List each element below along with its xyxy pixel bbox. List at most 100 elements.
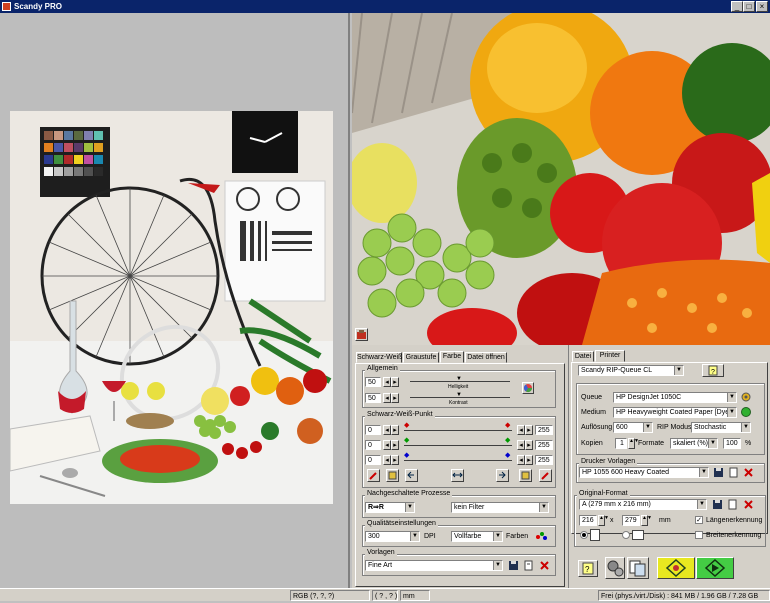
resolution-select[interactable]: 600 ▼ [613, 422, 653, 433]
tab-farbe[interactable]: Farbe [440, 351, 464, 363]
help-action-button[interactable]: ? [578, 560, 598, 577]
scale-mode-select[interactable]: skaliert (%) ▼ [670, 438, 718, 449]
width-stepper[interactable]: ▲▼ [598, 515, 609, 526]
settings-gears-icon[interactable] [605, 557, 625, 579]
red-white-increase[interactable]: ▸ [525, 425, 533, 435]
copies-input[interactable]: 1 [615, 438, 627, 449]
medium-select[interactable]: HP Heavyweight Coated Paper [Dye] ▼ [613, 407, 737, 418]
auto-white-icon[interactable] [519, 469, 532, 482]
new-document-icon[interactable] [523, 560, 534, 573]
blue-black-increase[interactable]: ▸ [391, 455, 399, 465]
green-white-increase[interactable]: ▸ [525, 440, 533, 450]
green-white-point[interactable]: 255 [535, 440, 553, 450]
zoom-preview[interactable] [352, 13, 770, 345]
red-white-point[interactable]: 255 [535, 425, 553, 435]
green-black-point[interactable]: 0 [365, 440, 381, 450]
color-wheel-icon[interactable] [522, 382, 534, 394]
brightness-decrease-button[interactable]: ◂ [383, 377, 391, 387]
printer-settings-gear-icon[interactable] [740, 391, 752, 405]
auto-black-icon[interactable] [386, 469, 399, 482]
printer-save-icon[interactable] [713, 467, 724, 480]
maximize-button[interactable]: □ [743, 1, 755, 12]
green-black-decrease[interactable]: ◂ [383, 440, 391, 450]
contrast-decrease-button[interactable]: ◂ [383, 393, 391, 403]
breiten-checkbox[interactable] [695, 531, 703, 539]
help-button[interactable]: ? [702, 364, 724, 377]
blue-white-thumb[interactable]: ◆ [505, 451, 510, 459]
blue-white-increase[interactable]: ▸ [525, 455, 533, 465]
red-range-slider[interactable] [404, 430, 512, 431]
red-white-decrease[interactable]: ◂ [517, 425, 525, 435]
contrast-value[interactable]: 50 [365, 393, 381, 403]
green-range-slider[interactable] [404, 445, 512, 446]
green-white-thumb[interactable]: ◆ [505, 436, 510, 444]
rip-mode-select[interactable]: Stochastic ▼ [691, 422, 751, 433]
red-black-thumb[interactable]: ◆ [404, 421, 409, 429]
move-right-icon[interactable] [496, 469, 509, 482]
printer-delete-icon[interactable] [743, 467, 754, 480]
blue-white-point[interactable]: 255 [535, 455, 553, 465]
save-icon[interactable] [508, 560, 519, 573]
red-black-decrease[interactable]: ◂ [383, 425, 391, 435]
laengen-label: Längenerkennung [706, 517, 763, 524]
start-scan-button[interactable] [696, 557, 734, 579]
rip-queue-select[interactable]: Scandy RIP-Queue CL ▼ [578, 365, 684, 376]
delete-icon[interactable] [539, 560, 550, 573]
preview-pane[interactable] [0, 13, 350, 588]
tab-graustufe[interactable]: Graustufe [403, 352, 439, 363]
green-black-thumb[interactable]: ◆ [404, 436, 409, 444]
title-bar: Scandy PRO [0, 0, 770, 13]
green-black-increase[interactable]: ▸ [391, 440, 399, 450]
queue-select[interactable]: HP DesignJet 1050C ▼ [613, 392, 737, 403]
move-left-icon[interactable] [405, 469, 418, 482]
vorlagen-label: Vorlagen [365, 549, 397, 556]
expand-range-icon[interactable] [451, 469, 464, 482]
printer-new-icon[interactable] [728, 467, 739, 480]
blue-white-decrease[interactable]: ◂ [517, 455, 525, 465]
brightness-increase-button[interactable]: ▸ [391, 377, 399, 387]
zoom-tool-icon[interactable] [355, 328, 368, 341]
blue-black-point[interactable]: 0 [365, 455, 381, 465]
blue-black-thumb[interactable]: ◆ [404, 451, 409, 459]
brightness-slider-thumb[interactable]: ▼ [456, 376, 462, 382]
status-color-mode: RGB (?, ?, ?) [290, 590, 370, 601]
red-black-increase[interactable]: ▸ [391, 425, 399, 435]
process-select[interactable]: R⇒R ▼ [365, 502, 415, 513]
tab-datei-oeffnen[interactable]: Datei öffnen [465, 352, 507, 363]
filter-select[interactable]: kein Filter ▼ [451, 502, 549, 513]
copies-stepper[interactable]: ▲▼ [628, 438, 639, 449]
dpi-select[interactable]: 300 ▼ [365, 531, 420, 542]
scale-percent-input[interactable]: 100 [723, 438, 741, 449]
landscape-radio[interactable] [622, 531, 630, 539]
contrast-increase-button[interactable]: ▸ [391, 393, 399, 403]
height-input[interactable]: 279 [622, 515, 640, 526]
brightness-value[interactable]: 50 [365, 377, 381, 387]
width-input[interactable]: 216 [579, 515, 597, 526]
portrait-radio[interactable] [580, 531, 588, 539]
white-eyedropper-icon[interactable] [539, 469, 552, 482]
color-palette-icon[interactable] [535, 530, 547, 544]
tab-schwarz-weiss[interactable]: Schwarz-Weiß [356, 352, 402, 363]
height-stepper[interactable]: ▲▼ [641, 515, 652, 526]
black-eyedropper-icon[interactable] [367, 469, 380, 482]
red-white-thumb[interactable]: ◆ [505, 421, 510, 429]
red-black-point[interactable]: 0 [365, 425, 381, 435]
format-new-icon[interactable] [727, 499, 738, 512]
minimize-button[interactable]: _ [731, 1, 743, 12]
format-save-icon[interactable] [712, 499, 723, 512]
format-select[interactable]: A (279 mm x 216 mm) ▼ [579, 499, 707, 510]
blue-black-decrease[interactable]: ◂ [383, 455, 391, 465]
tab-printer[interactable]: Printer [595, 350, 625, 362]
copy-layout-icon[interactable] [627, 557, 649, 579]
green-white-decrease[interactable]: ◂ [517, 440, 525, 450]
vorlagen-select[interactable]: Fine Art ▼ [365, 560, 503, 571]
contrast-slider-thumb[interactable]: ▼ [456, 392, 462, 398]
preview-scan-button[interactable] [657, 557, 695, 579]
tab-datei[interactable]: Datei [572, 351, 594, 362]
color-mode-select[interactable]: Vollfarbe ▼ [451, 531, 503, 542]
blue-range-slider[interactable] [404, 460, 512, 461]
format-delete-icon[interactable] [743, 499, 754, 512]
laengen-checkbox[interactable]: ✓ [695, 516, 703, 524]
drucker-vorlagen-select[interactable]: HP 1055 600 Heavy Coated ▼ [579, 467, 709, 478]
close-button[interactable]: × [756, 1, 768, 12]
